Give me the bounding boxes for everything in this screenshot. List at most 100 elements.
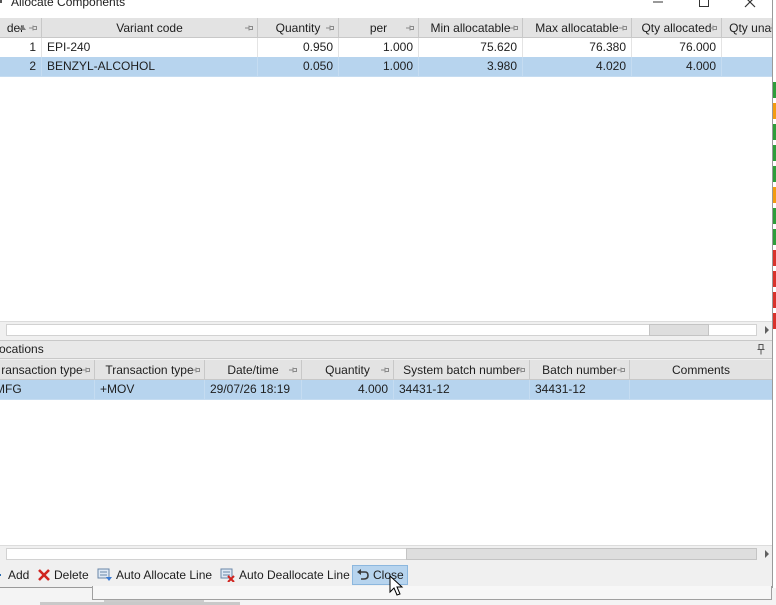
components-header-qty-unallocated[interactable]: Qty unal bbox=[722, 18, 772, 38]
components-grid[interactable]: der Variant code Quantity per Min allocatabl… bbox=[0, 18, 772, 321]
allocations-header-transaction-type-2[interactable]: Transaction type bbox=[95, 360, 205, 380]
allocations-header-comments[interactable]: Comments bbox=[630, 360, 772, 380]
column-pin-icon[interactable] bbox=[29, 25, 37, 31]
column-pin-icon[interactable] bbox=[326, 25, 334, 31]
components-cell-qty-allocated[interactable]: 76.000 bbox=[632, 38, 722, 58]
components-cell-variant-code[interactable]: BENZYL-ALCOHOL bbox=[42, 57, 258, 77]
add-icon bbox=[0, 574, 1, 576]
allocations-panel-caption: ocations bbox=[0, 340, 772, 359]
column-pin-icon[interactable] bbox=[289, 367, 297, 373]
background-panel bbox=[92, 586, 772, 600]
minimize-button[interactable] bbox=[638, 0, 678, 12]
window-title: Allocate Components bbox=[11, 0, 126, 9]
components-cell-variant-code[interactable]: EPI-240 bbox=[42, 38, 258, 58]
components-cell-min-allocatable[interactable]: 3.980 bbox=[419, 57, 523, 77]
allocations-header-batch-number[interactable]: Batch number bbox=[530, 360, 630, 380]
title-bar[interactable]: Allocate Components bbox=[0, 0, 772, 18]
allocations-cell-quantity[interactable]: 4.000 bbox=[302, 380, 394, 400]
allocations-header-date-time[interactable]: Date/time bbox=[205, 360, 302, 380]
auto-allocate-icon bbox=[97, 568, 112, 581]
components-cell-min-allocatable[interactable]: 75.620 bbox=[419, 38, 523, 58]
components-header-per[interactable]: per bbox=[339, 18, 419, 38]
column-header-label: Variant code bbox=[116, 21, 183, 35]
background-window bbox=[0, 586, 776, 605]
allocations-row[interactable]: MFG+MOV29/07/26 18:194.00034431-1234431-… bbox=[0, 380, 772, 400]
close-window-button[interactable] bbox=[730, 0, 770, 12]
allocations-header-quantity[interactable]: Quantity bbox=[302, 360, 394, 380]
auto-allocate-line-label: Auto Allocate Line bbox=[116, 568, 213, 582]
auto-deallocate-line-button[interactable]: Auto Deallocate Line bbox=[217, 565, 353, 585]
components-cell-per[interactable]: 1.000 bbox=[339, 38, 419, 58]
components-cell-qty-unallocated[interactable] bbox=[722, 38, 772, 58]
column-header-label: Quantity bbox=[325, 363, 370, 377]
allocations-cell-batch-number[interactable]: 34431-12 bbox=[530, 380, 630, 400]
add-button-label: Add bbox=[8, 568, 30, 582]
scroll-right-arrow-icon[interactable] bbox=[765, 326, 769, 334]
background-tab-underline bbox=[104, 600, 204, 602]
allocations-cell-transaction-type-2[interactable]: +MOV bbox=[95, 380, 205, 400]
delete-button-label: Delete bbox=[54, 568, 89, 582]
allocations-cell-system-batch-number[interactable]: 34431-12 bbox=[394, 380, 530, 400]
components-cell-qty-allocated[interactable]: 4.000 bbox=[632, 57, 722, 77]
column-pin-icon[interactable] bbox=[406, 25, 414, 31]
components-header-variant-code[interactable]: Variant code bbox=[42, 18, 258, 38]
components-cell-qty-unallocated[interactable] bbox=[722, 57, 772, 77]
column-pin-icon[interactable] bbox=[517, 367, 525, 373]
components-cell-quantity[interactable]: 0.950 bbox=[258, 38, 339, 58]
maximize-button[interactable] bbox=[684, 0, 724, 12]
column-pin-icon[interactable] bbox=[192, 367, 200, 373]
components-header-quantity[interactable]: Quantity bbox=[258, 18, 339, 38]
allocations-cell-date-time[interactable]: 29/07/26 18:19 bbox=[205, 380, 302, 400]
column-pin-icon[interactable] bbox=[82, 367, 90, 373]
column-header-label: Date/time bbox=[227, 363, 279, 377]
column-header-label: System batch number bbox=[403, 363, 520, 377]
components-cell-order[interactable]: 2 bbox=[0, 57, 42, 77]
column-header-label: Quantity bbox=[275, 21, 321, 35]
auto-allocate-line-button[interactable]: Auto Allocate Line bbox=[94, 565, 215, 585]
column-pin-icon[interactable] bbox=[617, 367, 625, 373]
components-cell-quantity[interactable]: 0.050 bbox=[258, 57, 339, 77]
allocations-cell-comments[interactable] bbox=[630, 380, 772, 400]
components-header-qty-allocated[interactable]: Qty allocated bbox=[632, 18, 722, 38]
sort-ascending-icon bbox=[19, 25, 26, 30]
components-cell-max-allocatable[interactable]: 4.020 bbox=[523, 57, 632, 77]
components-header-order[interactable]: der bbox=[0, 18, 42, 38]
components-scroll-thumb[interactable] bbox=[648, 324, 709, 336]
components-cell-max-allocatable[interactable]: 76.380 bbox=[523, 38, 632, 58]
column-pin-icon[interactable] bbox=[709, 25, 717, 31]
app-icon bbox=[0, 0, 2, 3]
scroll-right-arrow-icon[interactable] bbox=[765, 550, 769, 558]
allocations-grid[interactable]: ransaction type Transaction type Date/time… bbox=[0, 360, 772, 545]
maximize-icon bbox=[699, 0, 709, 7]
column-header-label: Transaction type bbox=[105, 363, 194, 377]
column-pin-icon[interactable] bbox=[510, 25, 518, 31]
components-row[interactable]: 1 EPI-240 0.950 1.000 75.620 76.380 76.000 bbox=[0, 38, 772, 58]
column-pin-icon[interactable] bbox=[245, 25, 253, 31]
column-header-label: Qty allocated bbox=[641, 21, 712, 35]
allocations-horizontal-scrollbar[interactable] bbox=[0, 545, 772, 562]
delete-icon bbox=[38, 569, 50, 581]
column-header-label: per bbox=[369, 21, 388, 35]
delete-button[interactable]: Delete bbox=[34, 565, 92, 585]
allocations-scroll-thumb[interactable] bbox=[406, 548, 757, 560]
bottom-toolbar: Add Delete Auto Allocate Line Auto Deall… bbox=[0, 564, 772, 586]
column-pin-icon[interactable] bbox=[619, 25, 627, 31]
column-header-label: Min allocatable bbox=[430, 21, 511, 35]
components-cell-per[interactable]: 1.000 bbox=[339, 57, 419, 77]
components-row[interactable]: 2 BENZYL-ALCOHOL 0.050 1.000 3.980 4.020 4.000 bbox=[0, 57, 772, 77]
minimize-icon bbox=[653, 1, 663, 3]
column-header-label: Batch number bbox=[542, 363, 617, 377]
add-button[interactable]: Add bbox=[0, 565, 32, 585]
allocations-header-transaction-type-1[interactable]: ransaction type bbox=[0, 360, 95, 380]
components-scroll-track[interactable] bbox=[6, 324, 757, 336]
column-header-label: ransaction type bbox=[1, 363, 83, 377]
column-pin-icon[interactable] bbox=[381, 367, 389, 373]
components-header-max-allocatable[interactable]: Max allocatable bbox=[523, 18, 632, 38]
allocations-header-system-batch-number[interactable]: System batch number bbox=[394, 360, 530, 380]
auto-deallocate-icon bbox=[220, 568, 235, 582]
pin-icon[interactable] bbox=[757, 344, 765, 355]
components-cell-order[interactable]: 1 bbox=[0, 38, 42, 58]
components-header-min-allocatable[interactable]: Min allocatable bbox=[419, 18, 523, 38]
components-horizontal-scrollbar[interactable] bbox=[0, 321, 772, 338]
allocations-cell-transaction-type-1[interactable]: MFG bbox=[0, 380, 95, 400]
